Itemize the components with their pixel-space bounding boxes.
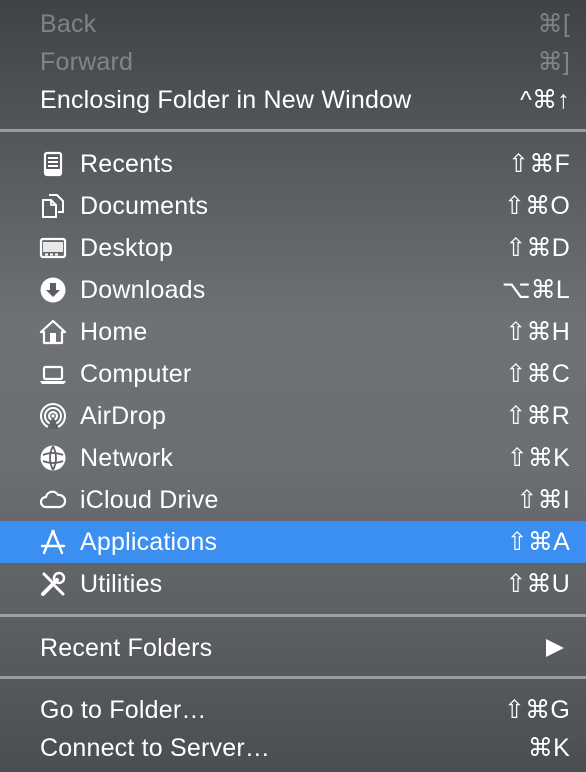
go-menu: Back ⌘[ Forward ⌘] Enclosing Folder in N… — [0, 0, 586, 772]
menu-item-home[interactable]: Home ⇧⌘H — [0, 311, 586, 353]
shortcut-label: ⌥⌘L — [501, 276, 570, 304]
shortcut-label: ⇧⌘K — [506, 444, 570, 472]
menu-item-label: Utilities — [80, 569, 163, 598]
menu-item-label: Home — [80, 317, 148, 346]
downloads-icon — [38, 276, 68, 304]
menu-item-label: Recent Folders — [40, 633, 213, 662]
menu-separator — [0, 614, 586, 617]
shortcut-label: ⌘[ — [537, 10, 570, 38]
desktop-icon — [38, 234, 68, 262]
menu-item-label: Desktop — [80, 233, 174, 262]
menu-item-desktop[interactable]: Desktop ⇧⌘D — [0, 227, 586, 269]
shortcut-label: ⇧⌘D — [505, 234, 570, 262]
recents-icon — [38, 150, 68, 178]
menu-item-network[interactable]: Network ⇧⌘K — [0, 437, 586, 479]
utilities-icon — [38, 570, 68, 598]
menu-item-label: Forward — [40, 47, 134, 76]
menu-separator — [0, 129, 586, 132]
shortcut-label: ⇧⌘R — [505, 402, 570, 430]
shortcut-label: ⇧⌘O — [504, 192, 570, 220]
menu-item-label: Documents — [80, 191, 209, 220]
menu-item-label: iCloud Drive — [80, 485, 219, 514]
home-icon — [38, 318, 68, 346]
computer-icon — [38, 360, 68, 388]
shortcut-label: ^⌘↑ — [520, 86, 570, 114]
network-icon — [38, 444, 68, 472]
shortcut-label: ⇧⌘H — [505, 318, 570, 346]
menu-item-downloads[interactable]: Downloads ⌥⌘L — [0, 269, 586, 311]
menu-item-documents[interactable]: Documents ⇧⌘O — [0, 185, 586, 227]
triangle-right-icon — [546, 639, 564, 657]
shortcut-label: ⇧⌘I — [516, 486, 570, 514]
shortcut-label: ⇧⌘F — [508, 150, 570, 178]
shortcut-label: ⌘K — [527, 734, 570, 762]
icloud-icon — [38, 486, 68, 514]
menu-separator — [0, 676, 586, 679]
menu-item-label: Computer — [80, 359, 192, 388]
menu-item-connect-to-server[interactable]: Connect to Server… ⌘K — [0, 727, 586, 769]
menu-item-recents[interactable]: Recents ⇧⌘F — [0, 143, 586, 185]
menu-item-label: Recents — [80, 149, 174, 178]
menu-item-applications[interactable]: Applications ⇧⌘A — [0, 521, 586, 563]
shortcut-label: ⇧⌘A — [506, 528, 570, 556]
menu-item-label: Connect to Server… — [40, 733, 271, 762]
airdrop-icon — [38, 402, 68, 430]
menu-item-label: Enclosing Folder in New Window — [40, 85, 412, 114]
shortcut-label: ⇧⌘G — [504, 696, 570, 724]
shortcut-label: ⌘] — [537, 48, 570, 76]
menu-item-icloud-drive[interactable]: iCloud Drive ⇧⌘I — [0, 479, 586, 521]
menu-item-label: Network — [80, 443, 174, 472]
documents-icon — [38, 192, 68, 220]
applications-icon — [38, 528, 68, 556]
shortcut-label: ⇧⌘U — [505, 570, 570, 598]
menu-item-label: Downloads — [80, 275, 206, 304]
menu-item-label: Back — [40, 9, 97, 38]
menu-item-go-to-folder[interactable]: Go to Folder… ⇧⌘G — [0, 689, 586, 731]
menu-item-airdrop[interactable]: AirDrop ⇧⌘R — [0, 395, 586, 437]
menu-item-utilities[interactable]: Utilities ⇧⌘U — [0, 563, 586, 605]
menu-item-recent-folders[interactable]: Recent Folders — [0, 627, 586, 669]
menu-item-label: AirDrop — [80, 401, 167, 430]
menu-item-enclosing-folder[interactable]: Enclosing Folder in New Window ^⌘↑ — [0, 79, 586, 121]
menu-item-forward[interactable]: Forward ⌘] — [0, 41, 586, 83]
menu-item-label: Go to Folder… — [40, 695, 207, 724]
menu-item-label: Applications — [80, 527, 218, 556]
menu-item-computer[interactable]: Computer ⇧⌘C — [0, 353, 586, 395]
menu-item-back[interactable]: Back ⌘[ — [0, 3, 586, 45]
shortcut-label: ⇧⌘C — [505, 360, 570, 388]
